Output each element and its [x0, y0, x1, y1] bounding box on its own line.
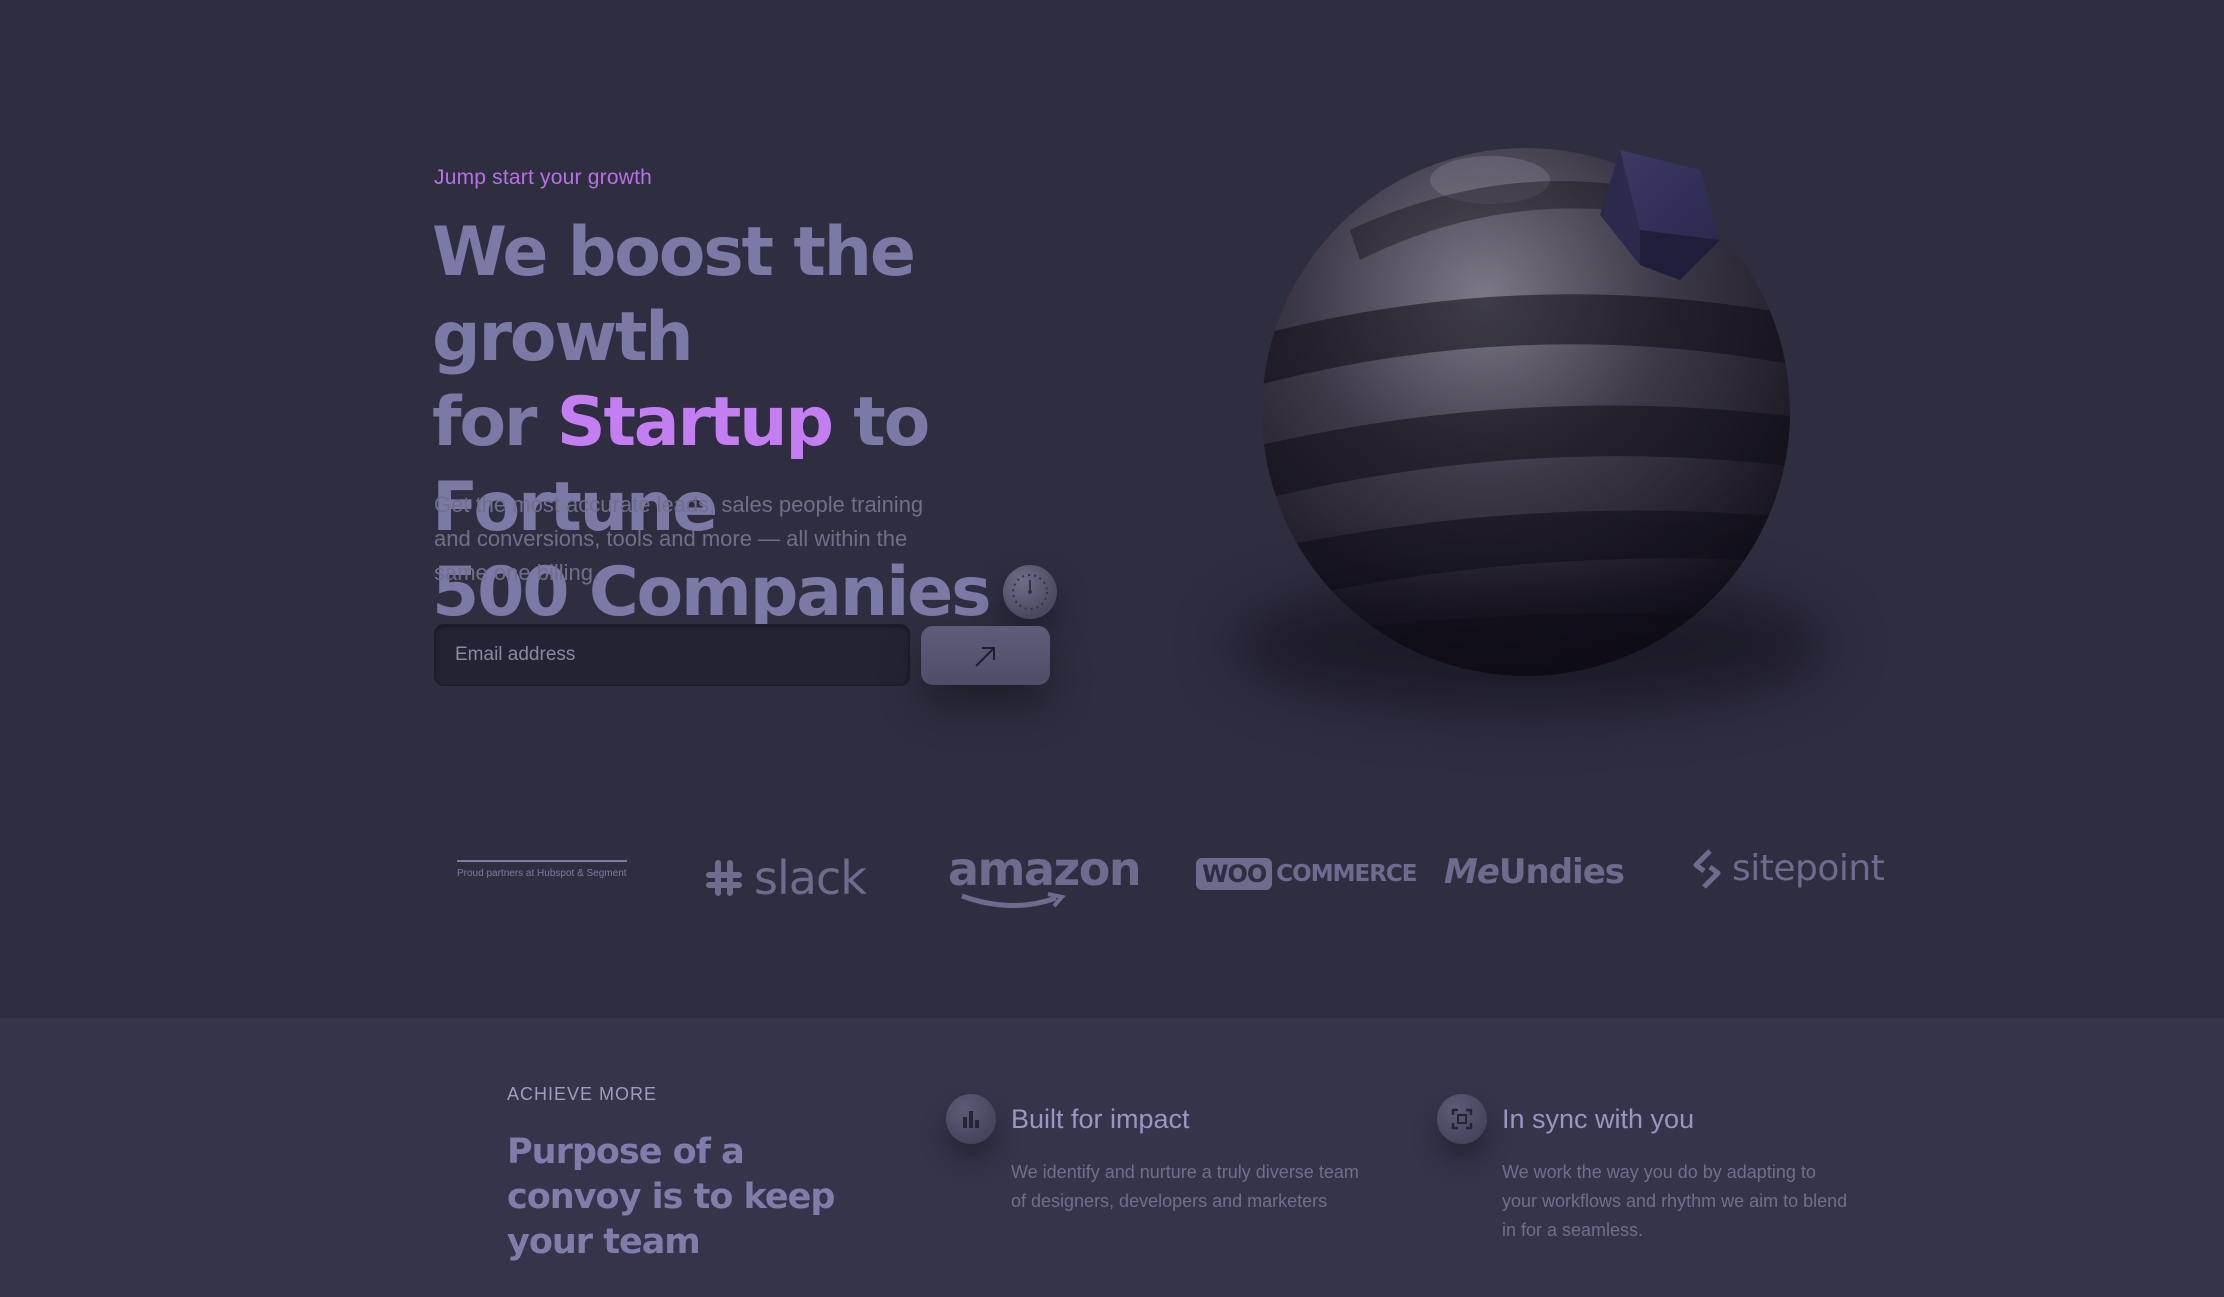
commerce-word: COMMERCE	[1276, 861, 1417, 887]
headline-line-1: We boost the growth	[432, 213, 916, 377]
woo-mark: WOO	[1196, 858, 1273, 890]
bar-chart-icon	[946, 1094, 996, 1144]
partner-logos: Proud partners at Hubspot & Segment slac…	[0, 842, 2224, 940]
headline-for: for	[432, 383, 557, 462]
sitepoint-chevron-icon	[1693, 848, 1721, 889]
submit-button[interactable]	[921, 626, 1050, 685]
sphere-shadow	[1230, 580, 1830, 710]
slack-hash-icon	[706, 860, 742, 896]
feature-body: We work the way you do by adapting to yo…	[1502, 1162, 1848, 1240]
features-overline: ACHIEVE MORE	[507, 1084, 658, 1104]
hero-sphere-illustration	[1200, 120, 1860, 760]
feature-body: We identify and nurture a truly diverse …	[1011, 1162, 1359, 1211]
headline-accent: Startup	[556, 383, 834, 462]
partner-label: Proud partners at Hubspot & Segment	[457, 860, 627, 879]
slack-logo: slack	[702, 851, 867, 905]
sync-frame-icon	[1437, 1094, 1487, 1144]
amazon-word: amazon	[948, 842, 1142, 896]
amazon-smile-icon	[961, 892, 1066, 908]
hero-subcopy: Get the most accurate leads, sales peopl…	[434, 492, 924, 585]
sitepoint-word: sitepoint	[1732, 848, 1885, 889]
features-section: ACHIEVE MORE Purpose of a convoy is to k…	[0, 1018, 2224, 1297]
feature-title: Built for impact	[1011, 1104, 1190, 1134]
clock-icon	[1003, 565, 1058, 620]
meundies-me: Me	[1444, 852, 1500, 892]
email-input[interactable]	[434, 624, 910, 686]
slack-word: slack	[754, 851, 867, 905]
features-heading: Purpose of a convoy is to keep your team	[507, 1132, 835, 1262]
sitepoint-logo: sitepoint	[1690, 848, 1885, 889]
feature-title: In sync with you	[1502, 1104, 1695, 1134]
woocommerce-logo: WOO COMMERCE	[1196, 858, 1418, 890]
hero-eyebrow: Jump start your growth	[434, 166, 652, 189]
amazon-logo: amazon	[948, 842, 1142, 908]
arrow-up-right-icon	[974, 646, 995, 667]
meundies-undies: Undies	[1498, 852, 1625, 892]
meundies-logo: MeUndies	[1444, 852, 1625, 892]
